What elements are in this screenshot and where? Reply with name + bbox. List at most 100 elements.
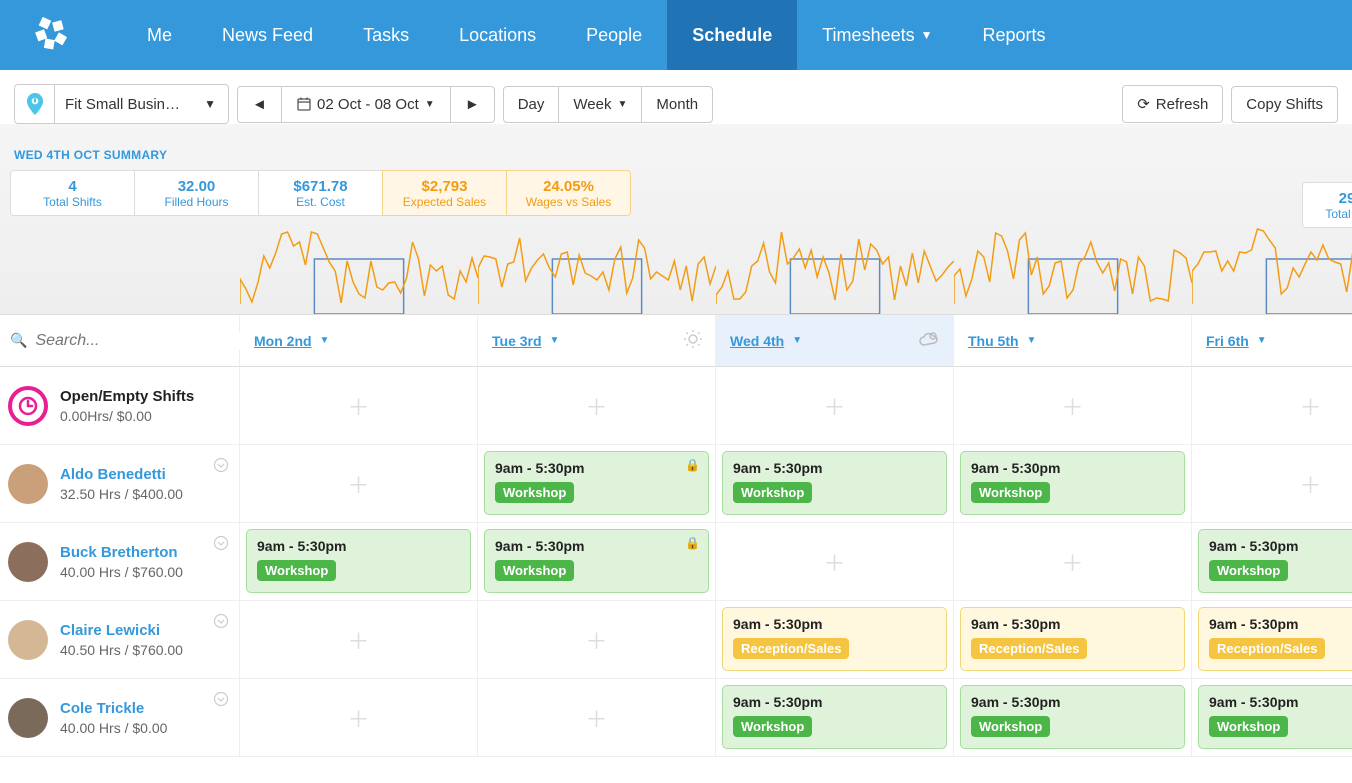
nav-reports[interactable]: Reports <box>958 0 1071 70</box>
pin-icon <box>15 85 55 123</box>
add-shift-button[interactable]: ＋ <box>585 390 607 422</box>
schedule-cell[interactable]: ＋ <box>954 523 1192 601</box>
schedule-cell[interactable]: 9am - 5:30pmWorkshop <box>1192 523 1352 601</box>
day-link[interactable]: Fri 6th <box>1206 333 1249 349</box>
shift-card[interactable]: 9am - 5:30pmWorkshop <box>960 685 1185 749</box>
chevron-down-icon[interactable] <box>213 613 229 632</box>
add-shift-button[interactable]: ＋ <box>347 468 369 500</box>
refresh-button[interactable]: ⟳ Refresh <box>1122 85 1223 123</box>
shift-card[interactable]: 9am - 5:30pmWorkshop <box>722 685 947 749</box>
add-shift-button[interactable]: ＋ <box>347 624 369 656</box>
shift-time: 9am - 5:30pm <box>1209 616 1352 632</box>
shift-card[interactable]: 9am - 5:30pmReception/Sales <box>722 607 947 671</box>
employee-cell[interactable]: Claire Lewicki40.50 Hrs / $760.00 <box>0 601 240 679</box>
stat-box: $2,793Expected Sales <box>382 170 507 216</box>
shift-time: 9am - 5:30pm <box>1209 538 1352 554</box>
schedule-cell[interactable]: 9am - 5:30pmWorkshop🔒 <box>478 523 716 601</box>
nav-people[interactable]: People <box>561 0 667 70</box>
schedule-cell[interactable]: 9am - 5:30pmReception/Sales <box>716 601 954 679</box>
schedule-cell[interactable]: 9am - 5:30pmWorkshop <box>1192 679 1352 757</box>
add-shift-button[interactable]: ＋ <box>347 390 369 422</box>
schedule-cell[interactable]: ＋ <box>240 601 478 679</box>
nav-tasks[interactable]: Tasks <box>338 0 434 70</box>
search-input[interactable] <box>35 332 243 350</box>
employee-cell[interactable]: Aldo Benedetti32.50 Hrs / $400.00 <box>0 445 240 523</box>
employee-cell[interactable]: Open/Empty Shifts0.00Hrs/ $0.00 <box>0 367 240 445</box>
schedule-cell[interactable]: ＋ <box>478 601 716 679</box>
view-week-button[interactable]: Week▼ <box>558 86 642 123</box>
add-shift-button[interactable]: ＋ <box>1061 390 1083 422</box>
schedule-cell[interactable]: 9am - 5:30pmWorkshop <box>240 523 478 601</box>
date-range-button[interactable]: 02 Oct - 08 Oct ▼ <box>281 86 451 123</box>
day-link[interactable]: Wed 4th <box>730 333 784 349</box>
view-day-button[interactable]: Day <box>503 86 560 123</box>
view-month-button[interactable]: Month <box>641 86 713 123</box>
day-link[interactable]: Mon 2nd <box>254 333 312 349</box>
chevron-down-icon[interactable] <box>213 535 229 554</box>
shift-card[interactable]: 9am - 5:30pmWorkshop <box>722 451 947 515</box>
schedule-cell[interactable]: ＋ <box>1192 445 1352 523</box>
schedule-cell[interactable]: ＋ <box>1192 367 1352 445</box>
search-icon: 🔍 <box>10 332 27 349</box>
nav-locations[interactable]: Locations <box>434 0 561 70</box>
schedule-cell[interactable]: ＋ <box>240 445 478 523</box>
employee-meta: 40.00 Hrs / $0.00 <box>60 720 167 736</box>
add-shift-button[interactable]: ＋ <box>585 702 607 734</box>
day-header-3[interactable]: Thu 5th▼ <box>954 315 1192 367</box>
schedule-cell[interactable]: 9am - 5:30pmWorkshop <box>954 445 1192 523</box>
schedule-cell[interactable]: ＋ <box>478 367 716 445</box>
avatar <box>8 620 48 660</box>
chevron-down-icon[interactable] <box>213 457 229 476</box>
shift-card[interactable]: 9am - 5:30pmWorkshop <box>1198 685 1352 749</box>
day-header-0[interactable]: Mon 2nd▼ <box>240 315 478 367</box>
day-link[interactable]: Thu 5th <box>968 333 1019 349</box>
shift-time: 9am - 5:30pm <box>1209 694 1352 710</box>
nav-schedule[interactable]: Schedule <box>667 0 797 70</box>
schedule-cell[interactable]: ＋ <box>716 367 954 445</box>
schedule-cell[interactable]: 9am - 5:30pmWorkshop🔒 <box>478 445 716 523</box>
add-shift-button[interactable]: ＋ <box>823 390 845 422</box>
schedule-cell[interactable]: ＋ <box>240 679 478 757</box>
add-shift-button[interactable]: ＋ <box>585 624 607 656</box>
schedule-cell[interactable]: ＋ <box>478 679 716 757</box>
schedule-cell[interactable]: 9am - 5:30pmReception/Sales <box>1192 601 1352 679</box>
shift-card[interactable]: 9am - 5:30pmWorkshop <box>246 529 471 593</box>
chevron-down-icon[interactable] <box>213 691 229 710</box>
shift-card[interactable]: 9am - 5:30pmReception/Sales <box>960 607 1185 671</box>
day-link[interactable]: Tue 3rd <box>492 333 542 349</box>
schedule-cell[interactable]: ＋ <box>954 367 1192 445</box>
shift-card[interactable]: 9am - 5:30pmWorkshop🔒 <box>484 451 709 515</box>
employee-name: Cole Trickle <box>60 700 167 717</box>
add-shift-button[interactable]: ＋ <box>823 546 845 578</box>
add-shift-button[interactable]: ＋ <box>1061 546 1083 578</box>
add-shift-button[interactable]: ＋ <box>1299 468 1321 500</box>
schedule-cell[interactable]: 9am - 5:30pmWorkshop <box>716 445 954 523</box>
schedule-cell[interactable]: 9am - 5:30pmWorkshop <box>716 679 954 757</box>
employee-cell[interactable]: Buck Bretherton40.00 Hrs / $760.00 <box>0 523 240 601</box>
shift-card[interactable]: 9am - 5:30pmWorkshop <box>960 451 1185 515</box>
nav-timesheets[interactable]: Timesheets▼ <box>797 0 957 70</box>
add-shift-button[interactable]: ＋ <box>347 702 369 734</box>
lock-icon: 🔒 <box>685 536 700 550</box>
employee-cell[interactable]: Cole Trickle 40.00 Hrs / $0.00 <box>0 679 240 757</box>
copy-shifts-button[interactable]: Copy Shifts <box>1231 86 1338 123</box>
day-header-1[interactable]: Tue 3rd▼ <box>478 315 716 367</box>
next-week-button[interactable]: ► <box>450 86 495 123</box>
shift-card[interactable]: 9am - 5:30pmReception/Sales <box>1198 607 1352 671</box>
schedule-cell[interactable]: 9am - 5:30pmReception/Sales <box>954 601 1192 679</box>
add-shift-button[interactable]: ＋ <box>1299 390 1321 422</box>
nav-me[interactable]: Me <box>122 0 197 70</box>
sparkline-row <box>240 214 1352 314</box>
chevron-down-icon: ▼ <box>921 28 933 42</box>
nav-news-feed[interactable]: News Feed <box>197 0 338 70</box>
prev-week-button[interactable]: ◄ <box>237 86 282 123</box>
location-select[interactable]: Fit Small Busin… ▼ <box>14 84 229 124</box>
schedule-cell[interactable]: ＋ <box>240 367 478 445</box>
day-header-2[interactable]: Wed 4th▼ <box>716 315 954 367</box>
schedule-cell[interactable]: 9am - 5:30pmWorkshop <box>954 679 1192 757</box>
day-header-4[interactable]: Fri 6th▼ <box>1192 315 1352 367</box>
stat-box: 24.05%Wages vs Sales <box>506 170 631 216</box>
shift-card[interactable]: 9am - 5:30pmWorkshop <box>1198 529 1352 593</box>
shift-card[interactable]: 9am - 5:30pmWorkshop🔒 <box>484 529 709 593</box>
schedule-cell[interactable]: ＋ <box>716 523 954 601</box>
